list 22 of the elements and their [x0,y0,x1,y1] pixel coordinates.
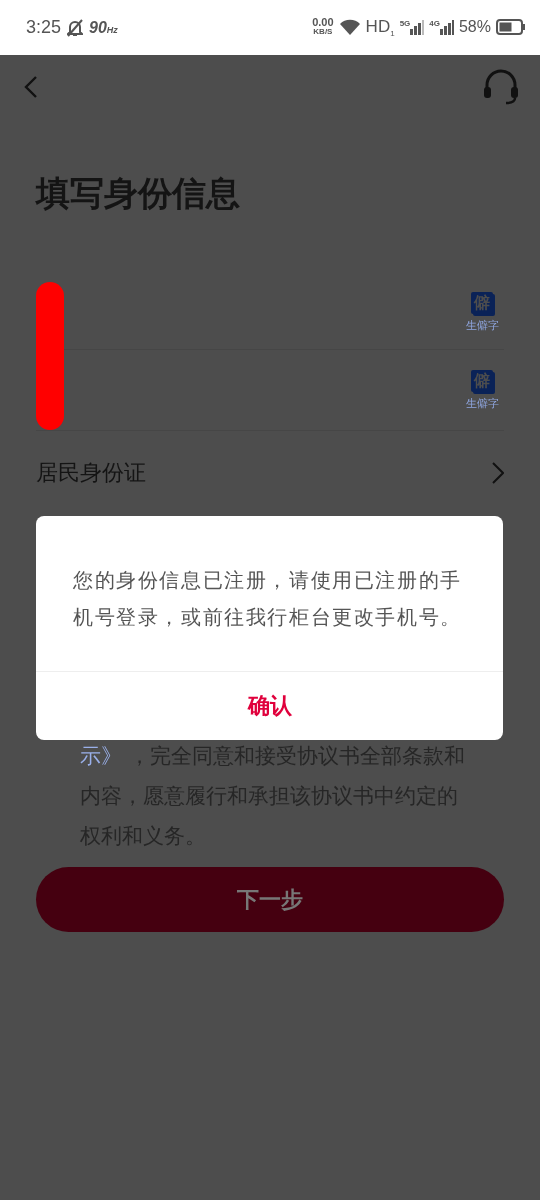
refresh-rate: 90Hz [89,18,118,37]
clock: 3:25 [26,17,62,38]
back-icon[interactable] [24,76,38,98]
agreement-link[interactable]: 示》 [80,744,122,768]
confirm-button[interactable]: 确认 [36,672,503,740]
signal-icon [410,19,425,36]
headset-icon[interactable] [482,69,520,105]
rare-character-button[interactable]: 僻 生僻字 [460,369,504,411]
network-type: 4G [429,19,440,29]
signal-icon [439,19,454,36]
id-type-selector[interactable]: 居民身份证 [36,431,504,515]
dialog-message: 您的身份信息已注册，请使用已注册的手机号登录，或前往我行柜台更改手机号。 [36,516,503,672]
bell-off-icon [67,18,84,37]
wifi-icon [338,18,361,37]
network-type: 5G [399,19,411,29]
battery-percent: 58% [458,18,491,37]
rare-character-button[interactable]: 僻 生僻字 [460,291,504,333]
page-title: 填写身份信息 [36,172,241,215]
network-speed: 0.00 KB/S [312,17,334,38]
battery-icon [496,19,526,36]
hd-indicator: HD$_{1}$ [365,16,395,39]
chevron-right-icon [492,462,504,484]
